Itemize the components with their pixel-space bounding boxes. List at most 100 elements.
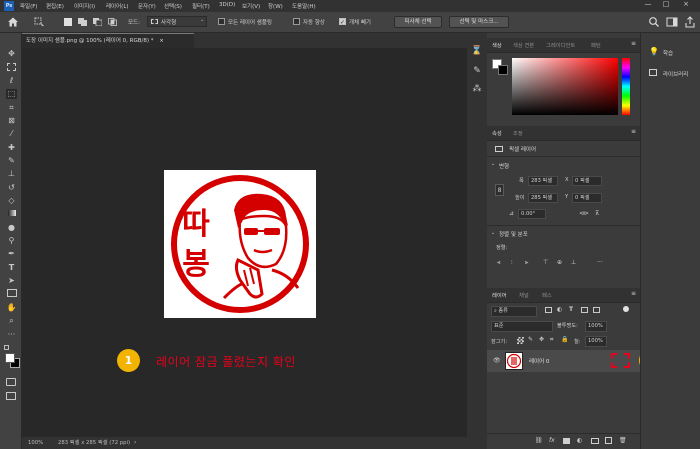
subtract-selection-icon[interactable] (93, 18, 103, 27)
zoom-level[interactable]: 100% (28, 437, 43, 449)
fill-field[interactable]: 100% (585, 336, 607, 347)
layer-style-icon[interactable]: fx (549, 437, 555, 444)
tab-gradients[interactable]: 그레이디언트 (546, 41, 575, 49)
menu-filter[interactable]: 필터(T) (192, 2, 210, 10)
auto-enhance-checkbox[interactable] (293, 18, 300, 25)
menu-3d[interactable]: 3D(D) (219, 2, 235, 8)
add-selection-icon[interactable] (78, 18, 87, 26)
lasso-tool-icon[interactable]: ℓ (6, 76, 17, 86)
chevron-down-icon[interactable]: ⌄ (491, 161, 495, 167)
filter-smart-icon[interactable] (593, 307, 600, 313)
libraries-label[interactable]: 라이브러리 (663, 70, 688, 78)
filter-toggle-icon[interactable] (623, 306, 629, 312)
menu-view[interactable]: 보기(V) (242, 2, 260, 10)
history-icon[interactable]: ⌛ (471, 45, 483, 57)
document-canvas[interactable]: 따 봉 (164, 170, 316, 318)
frame-tool-icon[interactable]: ⊠ (6, 116, 17, 126)
menu-type[interactable]: 문자(Y) (138, 2, 156, 10)
flip-vertical-icon[interactable]: ⊼ (595, 210, 599, 217)
menu-file[interactable]: 파일(F) (20, 2, 38, 10)
filter-adjust-icon[interactable]: ◐ (557, 306, 562, 313)
brushes-icon[interactable]: ⁂ (471, 83, 483, 95)
marquee-tool-icon[interactable] (6, 63, 17, 73)
height-field[interactable]: 285 픽셀 (528, 193, 558, 203)
blend-mode-dropdown[interactable]: 표준 (491, 321, 553, 332)
new-layer-icon[interactable] (605, 437, 612, 444)
width-field[interactable]: 283 픽셀 (528, 176, 558, 186)
layer-name[interactable]: 레이어 0 (529, 357, 549, 365)
tab-paths[interactable]: 패스 (542, 291, 552, 299)
link-layers-icon[interactable]: ⛓ (535, 437, 543, 444)
more-tools-icon[interactable]: ··· (6, 330, 17, 340)
object-select-tool-icon[interactable] (34, 17, 46, 28)
opacity-field[interactable]: 100% (585, 321, 607, 332)
workspace-icon[interactable] (666, 16, 678, 28)
search-icon[interactable] (648, 16, 660, 28)
panel-menu-icon[interactable]: ≡ (631, 40, 636, 47)
lock-artboard-icon[interactable]: ⌗ (550, 336, 553, 344)
sample-all-layers-checkbox[interactable] (218, 18, 225, 25)
layer-thumbnail[interactable] (505, 352, 523, 370)
eyedropper-tool-icon[interactable]: ⁄ (6, 129, 17, 139)
minimize-icon[interactable]: — (642, 0, 654, 12)
clone-stamp-icon[interactable]: ⊥ (6, 169, 17, 179)
libraries-icon[interactable] (649, 69, 657, 76)
layer-row[interactable]: 👁 레이어 0 (487, 350, 640, 372)
gradient-tool-icon[interactable] (6, 209, 17, 219)
close-icon[interactable]: × (680, 0, 692, 12)
new-selection-icon[interactable] (64, 18, 72, 26)
panel-menu-icon[interactable]: ≡ (631, 290, 636, 297)
more-options-icon[interactable]: ··· (597, 259, 603, 266)
learn-label[interactable]: 학습 (663, 49, 673, 57)
app-logo-icon[interactable]: Ps (4, 1, 14, 11)
hue-slider[interactable] (622, 58, 630, 115)
maximize-icon[interactable]: □ (660, 0, 672, 12)
intersect-selection-icon[interactable] (108, 18, 117, 26)
align-middle-icon[interactable]: ⊕ (557, 259, 562, 266)
path-select-icon[interactable]: ➤ (6, 276, 17, 286)
lock-transparent-icon[interactable] (517, 337, 524, 344)
tab-patterns[interactable]: 패턴 (591, 41, 601, 49)
x-field[interactable]: 0 픽셀 (572, 176, 602, 186)
close-tab-icon[interactable]: × (159, 38, 164, 44)
tab-color[interactable]: 색상 (492, 41, 502, 49)
tab-adjustments[interactable]: 조정 (513, 129, 523, 137)
align-left-icon[interactable]: ⫷ (497, 259, 500, 267)
menu-edit[interactable]: 편집(E) (46, 2, 64, 10)
document-tab[interactable]: 도장 이미지 샘플.png @ 100% (레이어 0, RGB/8) * × (22, 33, 194, 48)
chevron-down-icon[interactable]: ⌄ (491, 230, 495, 236)
object-select-icon[interactable]: ⬚ (6, 89, 17, 99)
color-field[interactable] (512, 58, 618, 115)
align-top-icon[interactable]: ⊤ (543, 259, 548, 266)
menu-window[interactable]: 창(W) (268, 2, 283, 10)
tab-properties[interactable]: 속성 (492, 129, 502, 137)
tab-layers[interactable]: 레이어 (492, 291, 507, 299)
quick-mask-icon[interactable] (6, 378, 16, 386)
pen-tool-icon[interactable]: ✒ (6, 249, 17, 259)
select-subject-button[interactable]: 피사체 선택 (394, 16, 442, 28)
tab-swatches[interactable]: 색상 견본 (513, 41, 534, 49)
menu-image[interactable]: 이미지(I) (74, 2, 95, 10)
filter-pixel-icon[interactable] (545, 307, 552, 313)
visibility-eye-icon[interactable]: 👁 (493, 357, 501, 364)
menu-select[interactable]: 선택(S) (164, 2, 182, 10)
foreground-color-swatch[interactable] (5, 353, 15, 363)
lock-all-icon[interactable]: 🔒 (561, 336, 568, 343)
default-colors-icon[interactable] (4, 345, 9, 350)
menu-layer[interactable]: 레이어(L) (106, 2, 129, 10)
tab-channels[interactable]: 채널 (519, 291, 529, 299)
screen-mode-icon[interactable] (6, 392, 16, 400)
learn-icon[interactable]: 💡 (649, 47, 659, 56)
select-and-mask-button[interactable]: 선택 및 마스크... (449, 16, 509, 28)
filter-type-icon[interactable]: T (569, 306, 573, 313)
crop-tool-icon[interactable]: ⌗ (6, 103, 17, 113)
link-icon[interactable]: 8 (495, 184, 504, 196)
delete-layer-icon[interactable]: 🗑 (619, 437, 627, 444)
share-icon[interactable] (684, 16, 696, 28)
brush-tool-icon[interactable]: ✎ (6, 156, 17, 166)
history-brush-icon[interactable]: ↺ (6, 183, 17, 193)
home-icon[interactable] (7, 16, 19, 28)
flip-horizontal-icon[interactable]: ⊲⊳ (579, 210, 589, 217)
y-field[interactable]: 0 픽셀 (572, 193, 602, 203)
new-group-icon[interactable] (591, 438, 599, 444)
